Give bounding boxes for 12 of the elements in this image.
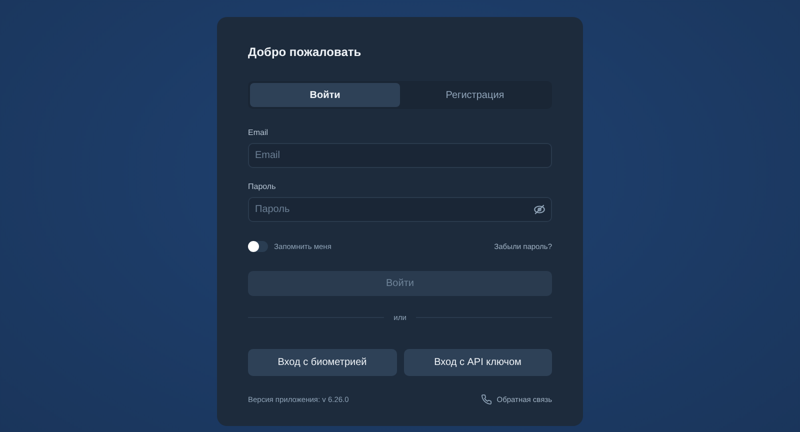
- field-label: Пароль: [248, 182, 277, 191]
- field-label: Email: [248, 128, 270, 137]
- remember-toggle[interactable]: [248, 240, 268, 252]
- alt-login-button[interactable]: Вход с API ключом: [404, 349, 552, 376]
- card-title: Добро пожаловать: [248, 45, 362, 59]
- tab[interactable]: Войти: [250, 83, 400, 107]
- tab[interactable]: Регистрация: [400, 83, 550, 107]
- eye-slash-icon[interactable]: [533, 203, 546, 216]
- password-field[interactable]: Пароль: [248, 197, 552, 222]
- email-field[interactable]: Email: [248, 143, 552, 168]
- alt-login-button[interactable]: Вход с биометрией: [248, 349, 396, 376]
- phone-icon: [480, 394, 492, 405]
